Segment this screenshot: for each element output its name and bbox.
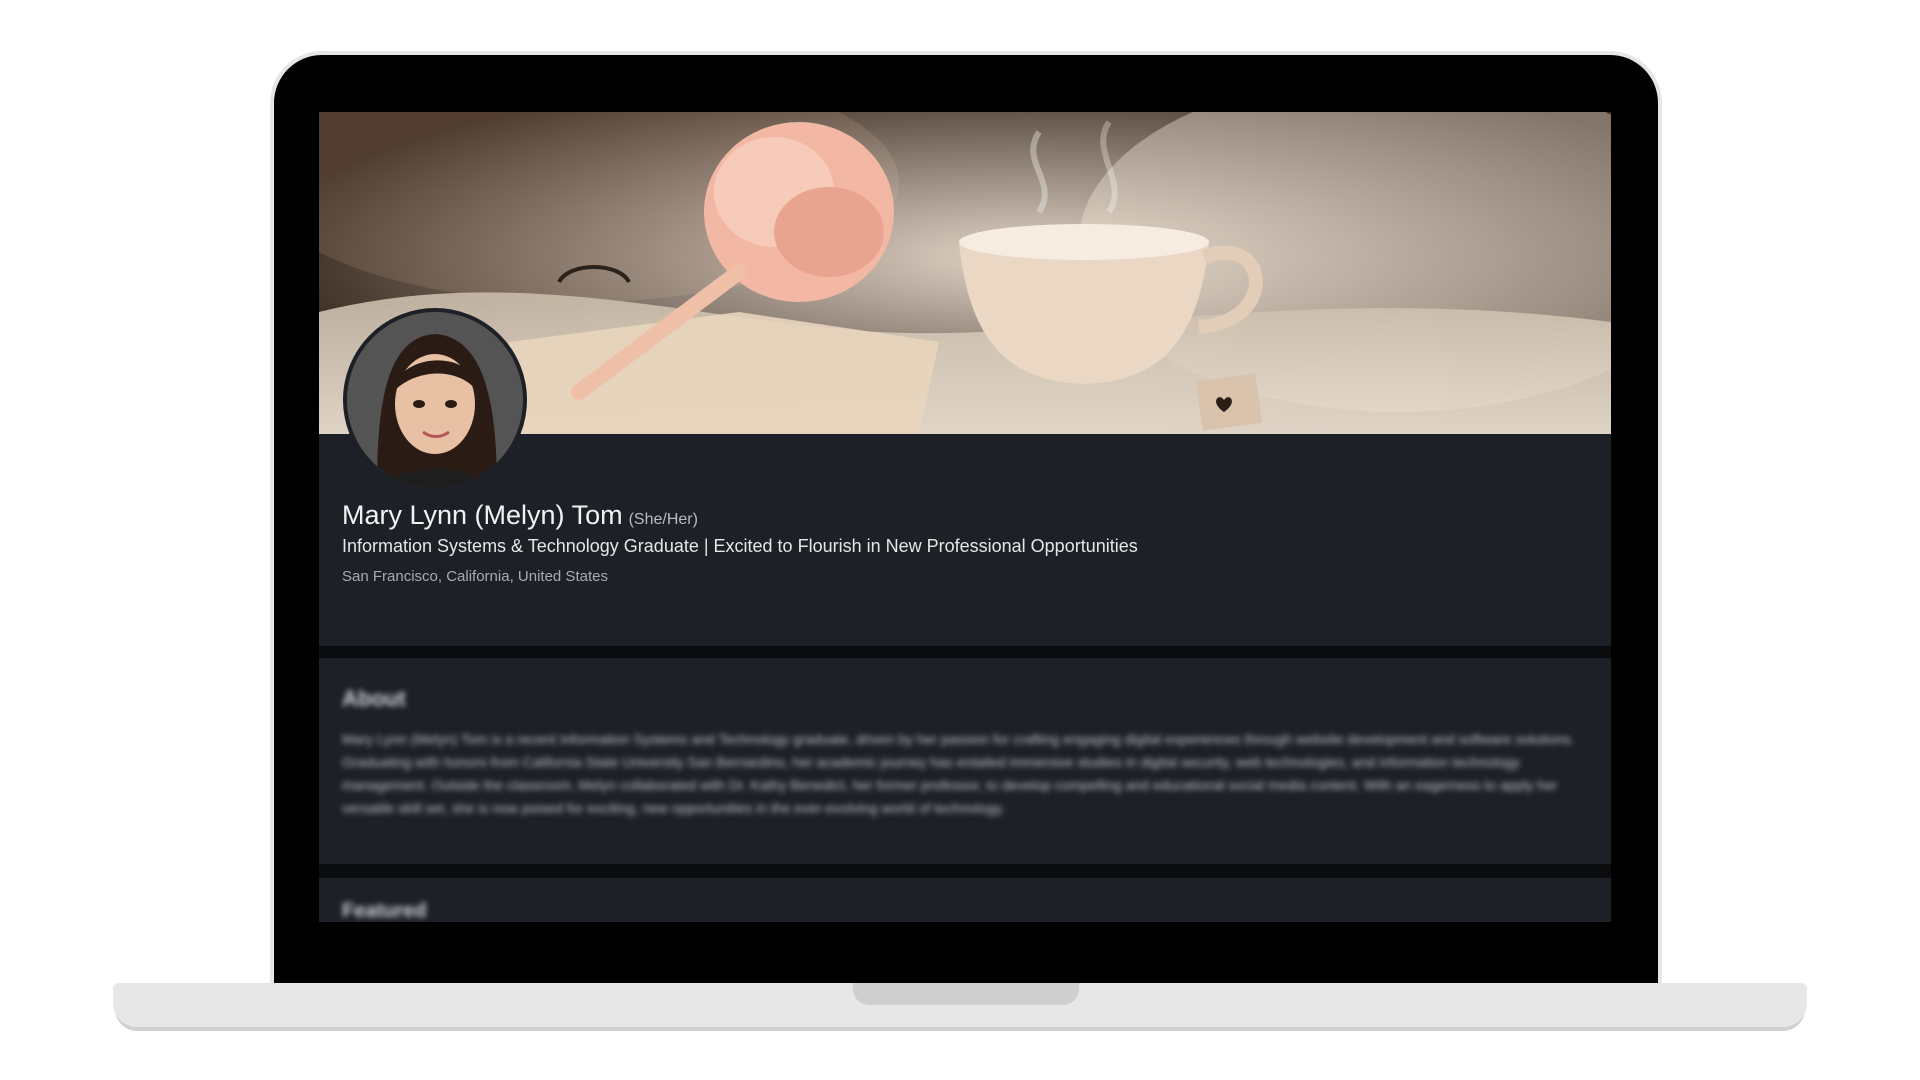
profile-pronouns: (She/Her) — [628, 511, 698, 528]
screen: Mary Lynn (Melyn) Tom (She/Her) Informati… — [319, 112, 1611, 922]
about-text: Mary Lynn (Melyn) Tom is a recent Inform… — [342, 731, 1575, 816]
profile-name: Mary Lynn (Melyn) Tom — [342, 500, 623, 530]
featured-title: Featured — [342, 900, 427, 922]
profile-location: San Francisco, California, United States — [342, 568, 608, 585]
about-title: About — [342, 686, 406, 711]
featured-card — [319, 878, 1611, 922]
profile-photo[interactable] — [343, 308, 527, 492]
avatar-icon — [347, 312, 523, 488]
profile-name-row: Mary Lynn (Melyn) Tom (She/Her) — [342, 500, 698, 531]
laptop-notch — [853, 983, 1079, 1005]
profile-headline: Information Systems & Technology Graduat… — [342, 536, 1138, 556]
